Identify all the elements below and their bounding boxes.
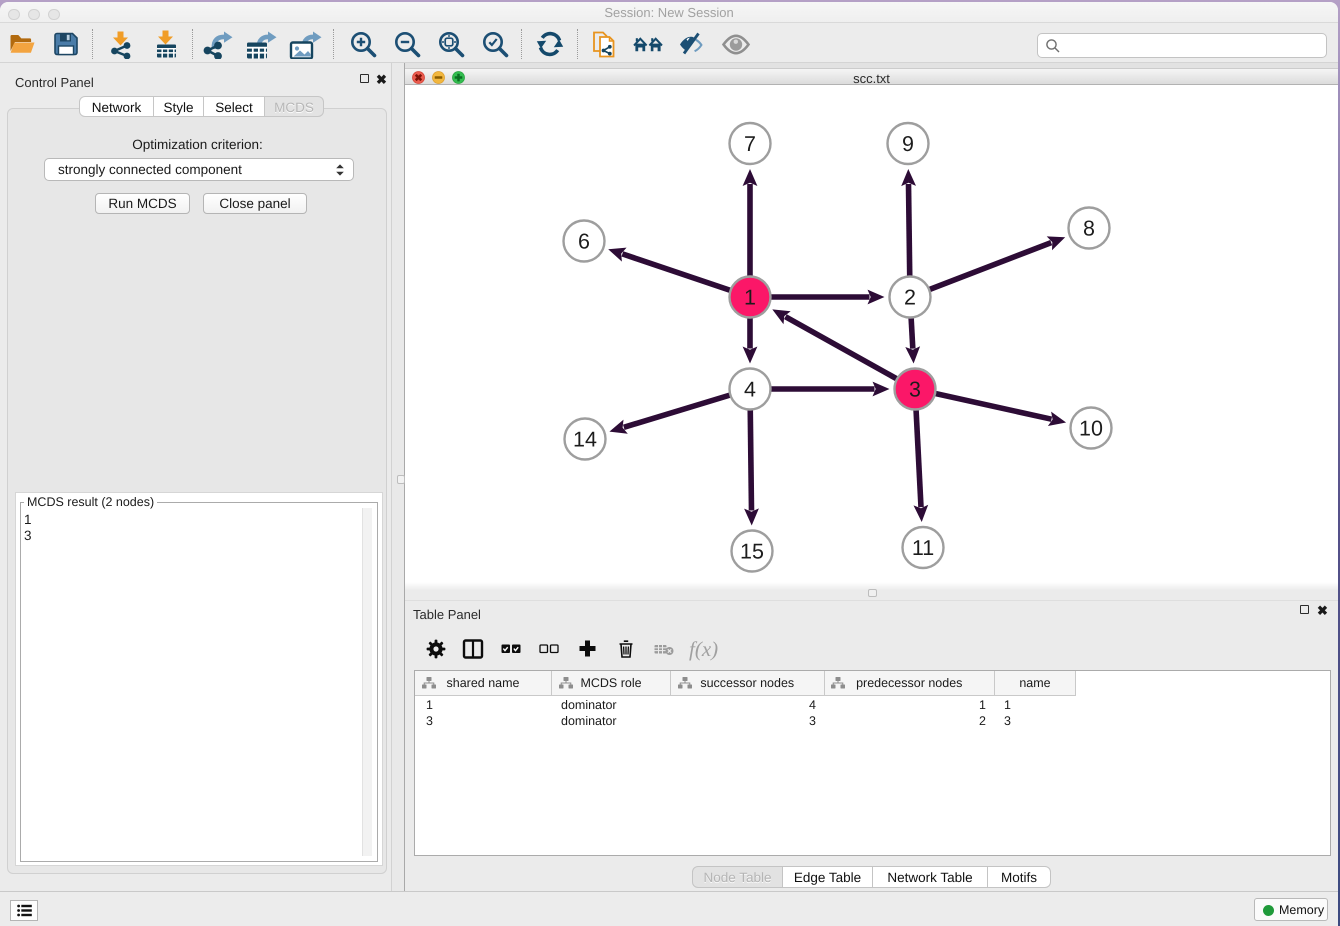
svg-text:7: 7 <box>744 132 756 156</box>
svg-text:8: 8 <box>1083 217 1095 241</box>
svg-text:6: 6 <box>578 230 590 254</box>
svg-text:3: 3 <box>909 378 921 402</box>
svg-text:2: 2 <box>904 286 916 310</box>
svg-text:9: 9 <box>902 132 914 156</box>
svg-text:1: 1 <box>744 286 756 310</box>
svg-text:4: 4 <box>744 378 756 402</box>
svg-text:11: 11 <box>912 536 934 560</box>
svg-text:15: 15 <box>740 540 764 564</box>
svg-text:14: 14 <box>573 428 597 452</box>
svg-text:10: 10 <box>1079 417 1103 441</box>
